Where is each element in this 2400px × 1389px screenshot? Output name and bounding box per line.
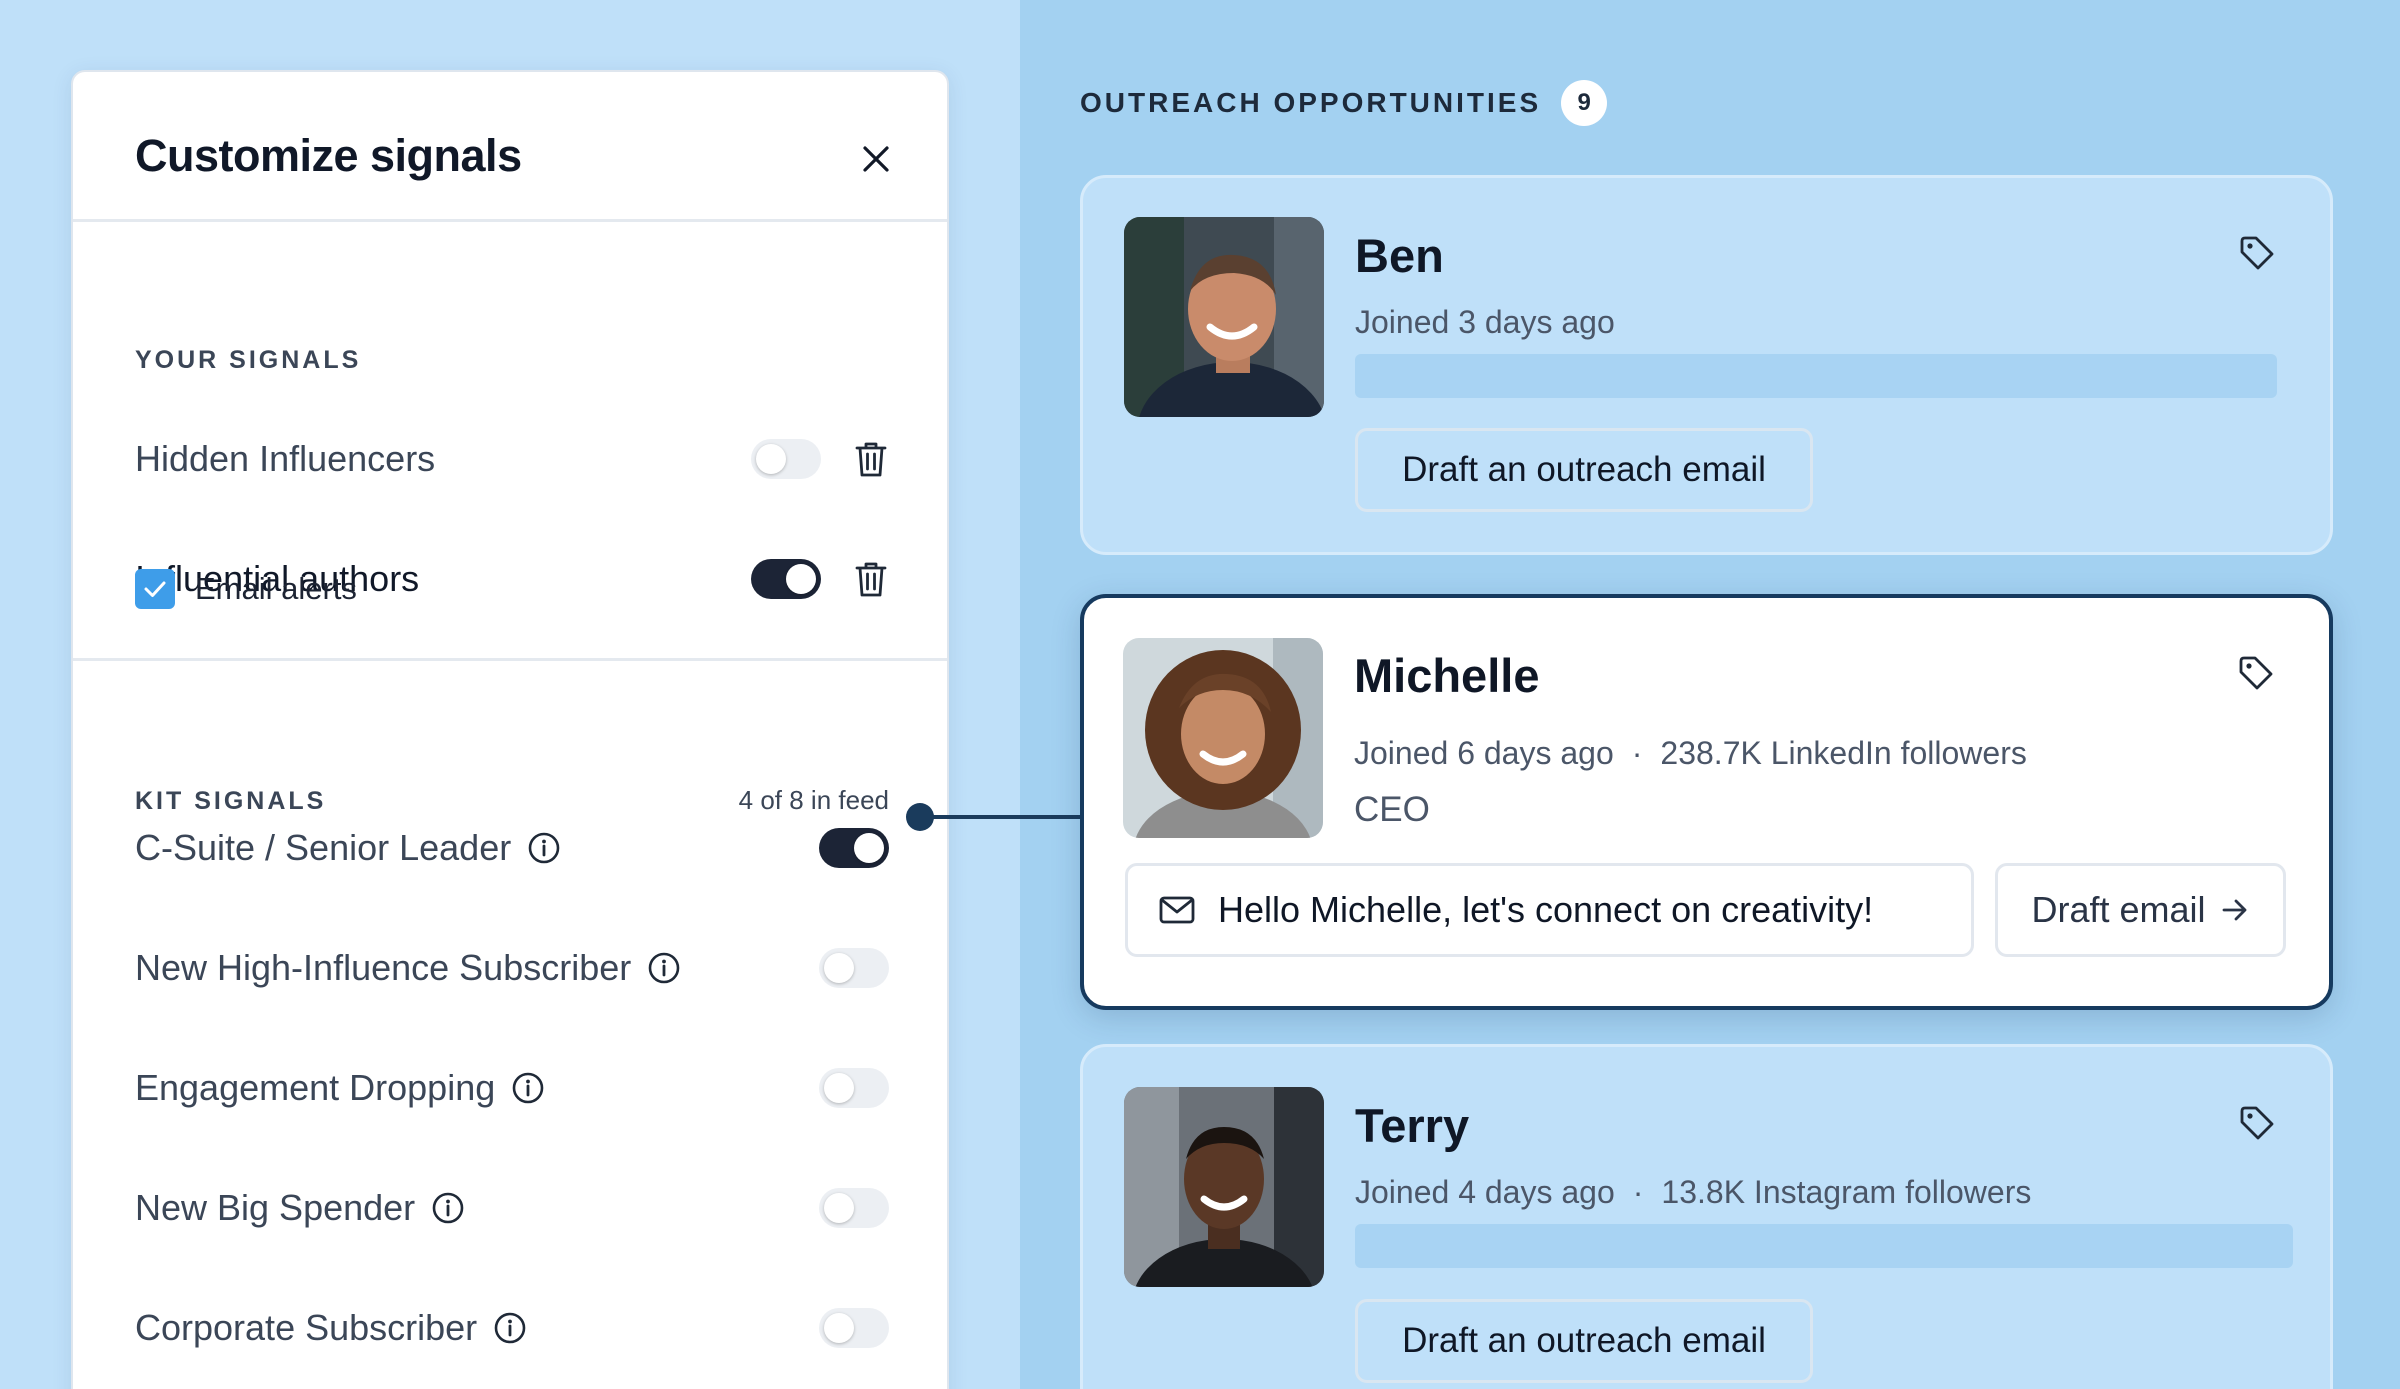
outreach-card-michelle[interactable]: Michelle Joined 6 days ago · 238.7K Linked… — [1080, 594, 2333, 1010]
avatar-terry — [1124, 1087, 1324, 1287]
signal-label: Corporate Subscriber — [135, 1307, 527, 1349]
draft-outreach-email-button[interactable]: Draft an outreach email — [1355, 428, 1813, 512]
loading-skeleton — [1355, 1224, 2293, 1268]
signal-label-text: New High-Influence Subscriber — [135, 947, 632, 988]
person-name: Terry — [1355, 1099, 1470, 1152]
signal-label-text: Engagement Dropping — [135, 1067, 496, 1108]
tag-icon[interactable] — [2237, 1103, 2277, 1143]
signal-connector-line — [920, 815, 1085, 819]
email-preview-text: Hello Michelle, let's connect on creativ… — [1218, 889, 1874, 930]
signal-row-c-suite: C-Suite / Senior Leader — [135, 818, 889, 878]
meta-separator: · — [1632, 1174, 1644, 1210]
arrow-right-icon — [2220, 895, 2250, 925]
signal-label: C-Suite / Senior Leader — [135, 827, 561, 869]
person-meta: Joined 3 days ago — [1355, 304, 1615, 341]
joined-text: Joined 3 days ago — [1355, 304, 1615, 340]
person-name: Ben — [1355, 229, 1444, 282]
meta-separator: · — [1631, 735, 1643, 771]
mail-icon — [1158, 895, 1196, 925]
new-high-influence-toggle[interactable] — [819, 948, 889, 988]
your-signals-heading: YOUR SIGNALS — [135, 346, 362, 374]
close-button[interactable] — [853, 136, 899, 182]
signal-label: Engagement Dropping — [135, 1067, 545, 1109]
signal-row-corporate-subscriber: Corporate Subscriber — [135, 1298, 889, 1358]
draft-email-label: Draft email — [2031, 889, 2206, 930]
followers-text: 13.8K Instagram followers — [1661, 1174, 2032, 1210]
signal-row-hidden-influencers: Hidden Influencers — [135, 429, 889, 489]
signal-row-new-high-influence: New High-Influence Subscriber — [135, 938, 889, 998]
c-suite-toggle[interactable] — [819, 828, 889, 868]
delete-influential-authors-button[interactable] — [853, 559, 889, 599]
signal-label: New Big Spender — [135, 1187, 465, 1229]
delete-hidden-influencers-button[interactable] — [853, 439, 889, 479]
signal-label-text: C-Suite / Senior Leader — [135, 827, 512, 868]
trash-icon — [855, 562, 887, 597]
check-icon — [144, 581, 166, 597]
trash-icon — [855, 442, 887, 477]
email-preview[interactable]: Hello Michelle, let's connect on creativ… — [1125, 863, 1974, 957]
person-role: CEO — [1354, 790, 1430, 829]
draft-email-button[interactable]: Draft email — [1995, 863, 2286, 957]
section-divider — [73, 658, 947, 661]
draft-outreach-email-button[interactable]: Draft an outreach email — [1355, 1299, 1813, 1383]
hidden-influencers-toggle[interactable] — [751, 439, 821, 479]
influential-authors-toggle[interactable] — [751, 559, 821, 599]
person-meta: Joined 4 days ago · 13.8K Instagram follow… — [1355, 1174, 2031, 1211]
customize-signals-panel: Customize signals YOUR SIGNALS Hidden In… — [71, 70, 949, 1389]
close-icon — [863, 146, 889, 172]
outreach-count-badge: 9 — [1561, 80, 1608, 126]
info-icon[interactable] — [511, 1071, 545, 1105]
signal-label-text: Corporate Subscriber — [135, 1307, 478, 1348]
signal-connector-dot — [906, 803, 934, 831]
avatar-ben — [1124, 217, 1324, 417]
signal-label-text: New Big Spender — [135, 1187, 416, 1228]
email-alerts-label: Email alerts — [195, 571, 357, 606]
feed-count: 4 of 8 in feed — [738, 785, 889, 815]
new-big-spender-toggle[interactable] — [819, 1188, 889, 1228]
tag-icon[interactable] — [2236, 653, 2276, 693]
joined-text: Joined 6 days ago — [1354, 735, 1614, 771]
info-icon[interactable] — [647, 951, 681, 985]
signal-label: Hidden Influencers — [135, 438, 436, 479]
signal-label: New High-Influence Subscriber — [135, 947, 681, 989]
kit-signals-heading: KIT SIGNALS — [135, 787, 327, 815]
tag-icon[interactable] — [2237, 233, 2277, 273]
email-alerts-checkbox[interactable] — [135, 569, 175, 609]
signal-row-new-big-spender: New Big Spender — [135, 1178, 889, 1238]
outreach-header: OUTREACH OPPORTUNITIES 9 — [1080, 80, 1608, 126]
info-icon[interactable] — [431, 1191, 465, 1225]
engagement-dropping-toggle[interactable] — [819, 1068, 889, 1108]
outreach-card-ben[interactable]: Ben Joined 3 days ago Draft an outreach … — [1080, 175, 2333, 555]
panel-header: Customize signals — [73, 72, 947, 222]
followers-text: 238.7K LinkedIn followers — [1660, 735, 2027, 771]
loading-skeleton — [1355, 354, 2277, 398]
info-icon[interactable] — [493, 1311, 527, 1345]
signal-row-engagement-dropping: Engagement Dropping — [135, 1058, 889, 1118]
outreach-card-terry[interactable]: Terry Joined 4 days ago · 13.8K Instagram … — [1080, 1044, 2333, 1389]
person-meta: Joined 6 days ago · 238.7K LinkedIn follow… — [1354, 735, 2027, 772]
email-alerts-option: Email alerts — [135, 569, 357, 609]
avatar-michelle — [1123, 638, 1323, 838]
panel-title: Customize signals — [135, 130, 522, 181]
person-name: Michelle — [1354, 649, 1540, 702]
outreach-title: OUTREACH OPPORTUNITIES — [1080, 87, 1542, 118]
info-icon[interactable] — [527, 831, 561, 865]
joined-text: Joined 4 days ago — [1355, 1174, 1615, 1210]
corporate-subscriber-toggle[interactable] — [819, 1308, 889, 1348]
